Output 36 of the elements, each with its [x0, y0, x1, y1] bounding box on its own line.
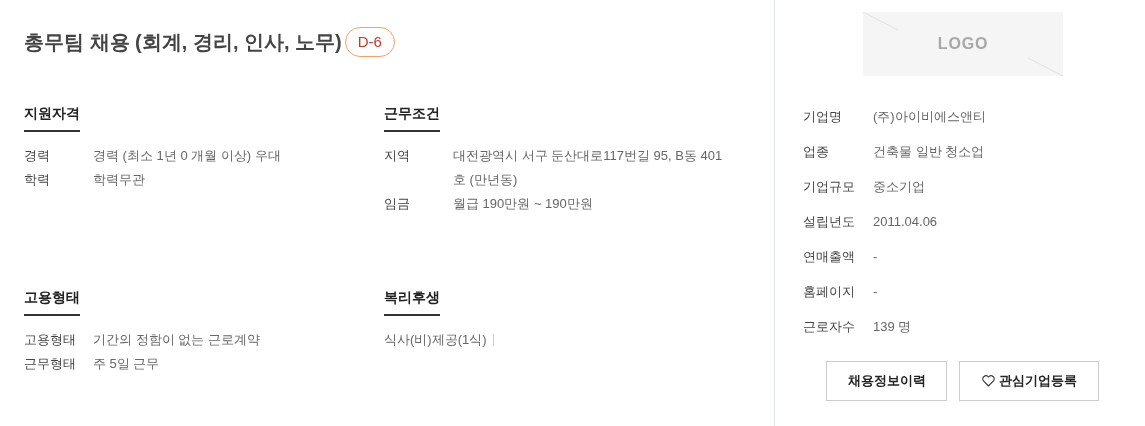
favorite-button[interactable]: 관심기업등록	[959, 361, 1099, 401]
field-label: 경력	[24, 147, 51, 165]
field-label: 기업규모	[803, 178, 856, 196]
field-label: 근무형태	[24, 355, 77, 373]
field-label: 지역	[384, 147, 411, 165]
section-heading: 지원자격	[24, 103, 80, 132]
field-label: 기업명	[803, 108, 843, 126]
section-heading: 근무조건	[384, 103, 440, 132]
field-value: 139 명	[873, 318, 912, 336]
field-value: -	[873, 248, 878, 266]
job-title: 총무팀 채용 (회계, 경리, 인사, 노무)	[24, 30, 342, 55]
section-heading: 고용형태	[24, 287, 80, 316]
field-label: 임금	[384, 195, 411, 213]
field-value: 대전광역시 서구 둔산대로117번길 95, B동 401호 (만년동)	[453, 147, 724, 189]
field-value: 기간의 정함이 없는 근로계약	[93, 331, 261, 349]
field-value: 건축물 일반 청소업	[873, 143, 985, 161]
field-value: 경력 (최소 1년 0 개월 이상) 우대	[93, 147, 282, 165]
field-label: 연매출액	[803, 248, 856, 266]
field-label: 근로자수	[803, 318, 856, 336]
field-label: 고용형태	[24, 331, 77, 349]
field-value: 중소기업	[873, 178, 925, 196]
field-value: -	[873, 283, 878, 301]
benefit-item: 식사(비)제공(1식)	[384, 331, 487, 349]
section-heading: 복리후생	[384, 287, 440, 316]
field-value: 주 5일 근무	[93, 355, 161, 373]
heart-icon	[981, 375, 995, 387]
field-value: 월급 190만원 ~ 190만원	[453, 195, 594, 213]
field-label: 학력	[24, 171, 51, 189]
field-label: 홈페이지	[803, 283, 856, 301]
company-logo: LOGO	[863, 12, 1063, 76]
field-value: (주)아이비에스앤티	[873, 108, 986, 126]
field-value: 학력무관	[93, 171, 146, 189]
field-label: 업종	[803, 143, 830, 161]
field-label: 설립년도	[803, 213, 856, 231]
field-value: 2011.04.06	[873, 213, 938, 231]
history-button[interactable]: 채용정보이력	[826, 361, 947, 401]
